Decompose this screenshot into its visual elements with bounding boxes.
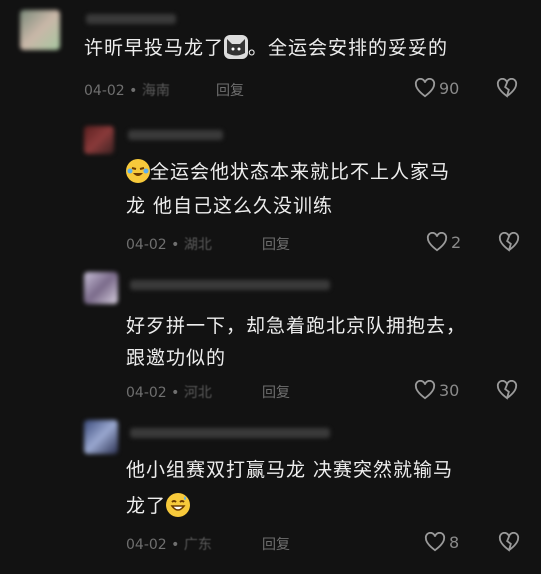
comment-meta: 04-02 • 湖北 (126, 237, 212, 253)
comment-location: 湖北 (183, 237, 212, 253)
crying-laughing-emoji (126, 159, 150, 183)
comment-meta: 04-02 • 广东 (126, 537, 212, 553)
reply-button[interactable]: 回复 (262, 234, 290, 254)
avatar[interactable] (84, 126, 114, 154)
broken-heart-icon (496, 380, 518, 400)
like-button[interactable]: 90 (414, 78, 459, 98)
like-count: 30 (439, 380, 460, 400)
avatar[interactable] (20, 10, 60, 50)
broken-heart-icon (496, 78, 518, 98)
username-blurred[interactable] (128, 130, 223, 140)
username-blurred[interactable] (130, 280, 330, 290)
username-blurred[interactable] (86, 14, 176, 24)
comment-text: 好歹拼一下，却急着跑北京队拥抱去， (126, 315, 467, 337)
comment-text-line2: 跟邀功似的 (126, 347, 227, 369)
comment-date: 04-02 (126, 537, 167, 553)
comment-text-line2: 龙 他自己这么久没训练 (126, 195, 334, 217)
comment-date: 04-02 (126, 237, 167, 253)
cat-face-icon (224, 35, 249, 59)
like-button[interactable]: 2 (426, 232, 461, 252)
broken-heart-icon (498, 532, 520, 552)
dislike-button[interactable] (498, 232, 520, 252)
like-button[interactable]: 8 (424, 532, 459, 552)
comment-location: 海南 (141, 83, 170, 99)
heart-icon (414, 380, 436, 400)
reply-button[interactable]: 回复 (262, 534, 290, 554)
like-count: 2 (451, 232, 462, 252)
reply-button[interactable]: 回复 (216, 80, 244, 100)
dislike-button[interactable] (496, 380, 518, 400)
reply-button[interactable]: 回复 (262, 382, 290, 402)
comment-text: 许昕早投马龙了 。全运会安排的妥妥的 (84, 35, 449, 59)
comment-date: 04-02 (126, 385, 167, 401)
comment-location: 广东 (183, 537, 212, 553)
avatar[interactable] (84, 420, 118, 454)
dislike-button[interactable] (496, 78, 518, 98)
comment-meta: 04-02 • 海南 (84, 83, 170, 99)
broken-heart-icon (498, 232, 520, 252)
heart-icon (414, 78, 436, 98)
like-count: 8 (449, 532, 460, 552)
heart-icon (426, 232, 448, 252)
heart-icon (424, 532, 446, 552)
comment-date: 04-02 (84, 83, 125, 99)
comment-text: 他小组赛双打赢马龙 决赛突然就输马 (126, 459, 454, 481)
comment-text-line2: 龙了 (126, 490, 191, 522)
avatar[interactable] (84, 272, 118, 304)
like-button[interactable]: 30 (414, 380, 459, 400)
like-count: 90 (439, 78, 460, 98)
username-blurred[interactable] (130, 428, 330, 438)
dislike-button[interactable] (498, 532, 520, 552)
comment-text: 全运会他状态本来就比不上人家马 (126, 156, 450, 188)
comment-location: 河北 (183, 385, 212, 401)
grinning-sweat-emoji (166, 493, 191, 517)
comment-meta: 04-02 • 河北 (126, 385, 212, 401)
